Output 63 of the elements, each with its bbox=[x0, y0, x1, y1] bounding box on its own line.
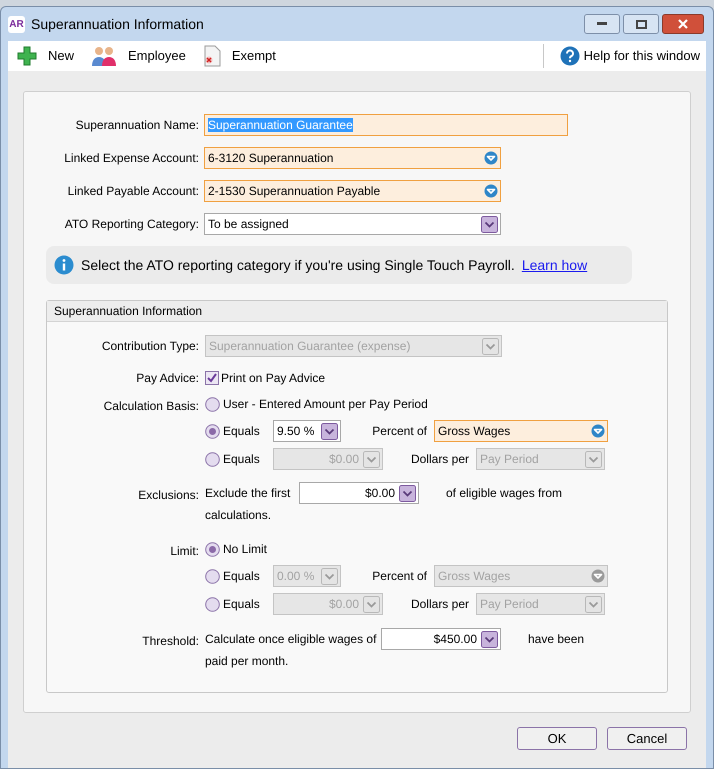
minimize-button[interactable] bbox=[584, 14, 620, 34]
radio-option[interactable]: User - Entered Amount per Pay Period bbox=[205, 395, 428, 413]
exclusions-text: calculations. bbox=[205, 507, 272, 524]
field-label: Linked Expense Account: bbox=[63, 150, 200, 167]
amount-field[interactable]: $450.00 bbox=[381, 628, 501, 650]
unit-label: Dollars per bbox=[410, 596, 469, 613]
dialog-button[interactable]: OK bbox=[517, 727, 597, 750]
radio-icon bbox=[205, 452, 220, 466]
toolbar-button[interactable]: Exempt bbox=[202, 45, 276, 67]
radio-option[interactable]: Equals bbox=[205, 422, 273, 440]
threshold-text: have been bbox=[528, 631, 584, 648]
document-x-icon bbox=[202, 45, 222, 67]
app-badge: AR bbox=[8, 16, 25, 32]
maximize-icon bbox=[636, 20, 646, 28]
unit-label: Percent of bbox=[371, 423, 427, 440]
checkbox-option[interactable]: Print on Pay Advice bbox=[205, 369, 326, 387]
unit-label: Percent of bbox=[371, 568, 427, 585]
radio-icon bbox=[205, 396, 220, 412]
field-label: Threshold: bbox=[141, 633, 200, 650]
plus-icon bbox=[16, 45, 38, 67]
radio-option[interactable]: No Limit bbox=[205, 540, 268, 558]
people-icon bbox=[90, 45, 118, 67]
threshold-text: Calculate once eligible wages of bbox=[205, 631, 378, 648]
dialog-button[interactable]: Cancel bbox=[607, 727, 687, 750]
help-button[interactable]: Help for this window bbox=[560, 46, 700, 66]
radio-icon bbox=[205, 568, 220, 584]
radio-option[interactable]: Equals bbox=[205, 595, 273, 613]
maximize-button[interactable] bbox=[623, 14, 659, 34]
info-icon bbox=[54, 255, 74, 275]
minimize-icon bbox=[597, 22, 607, 26]
amount-field[interactable]: $0.00 bbox=[299, 482, 419, 504]
field-label: ATO Reporting Category: bbox=[64, 216, 200, 233]
field-label: Contribution Type: bbox=[100, 338, 200, 355]
dropdown-field[interactable]: 6-3120 Superannuation bbox=[204, 147, 501, 169]
threshold-text: paid per month. bbox=[205, 653, 290, 670]
dropdown-field[interactable]: To be assigned bbox=[204, 213, 501, 235]
amount-field[interactable]: 9.50 % bbox=[273, 420, 341, 442]
radio-icon bbox=[205, 542, 220, 556]
field-label: Linked Payable Account: bbox=[66, 183, 200, 200]
toolbar-button[interactable]: New bbox=[16, 45, 74, 67]
radio-icon bbox=[205, 424, 220, 438]
radio-option[interactable]: Equals bbox=[205, 567, 273, 585]
close-button[interactable] bbox=[662, 14, 704, 34]
dropdown-field[interactable]: Gross Wages bbox=[434, 420, 608, 442]
field-label: Exclusions: bbox=[137, 487, 200, 504]
radio-option[interactable]: Equals bbox=[205, 450, 273, 468]
window-title: Superannuation Information bbox=[31, 14, 205, 34]
field-label: Superannuation Name: bbox=[74, 117, 200, 134]
field-label: Calculation Basis: bbox=[102, 398, 200, 415]
field-label: Limit: bbox=[169, 543, 200, 560]
field-label: Pay Advice: bbox=[135, 370, 200, 387]
exclusions-text: of eligible wages from bbox=[446, 485, 562, 502]
unit-label: Dollars per bbox=[410, 451, 469, 468]
section-title: Superannuation Information bbox=[54, 303, 202, 320]
radio-icon bbox=[205, 596, 220, 612]
close-icon bbox=[678, 19, 688, 29]
learn-how-link[interactable]: Learn how bbox=[522, 254, 588, 276]
checkbox-icon bbox=[205, 371, 219, 385]
help-icon bbox=[560, 46, 580, 66]
dropdown-field[interactable]: 2-1530 Superannuation Payable bbox=[204, 180, 501, 202]
info-text: Select the ATO reporting category if you're using Single Touch Payroll. bbox=[81, 256, 515, 275]
toolbar-button[interactable]: Employee bbox=[90, 45, 186, 67]
exclusions-text: Exclude the first bbox=[205, 485, 292, 502]
